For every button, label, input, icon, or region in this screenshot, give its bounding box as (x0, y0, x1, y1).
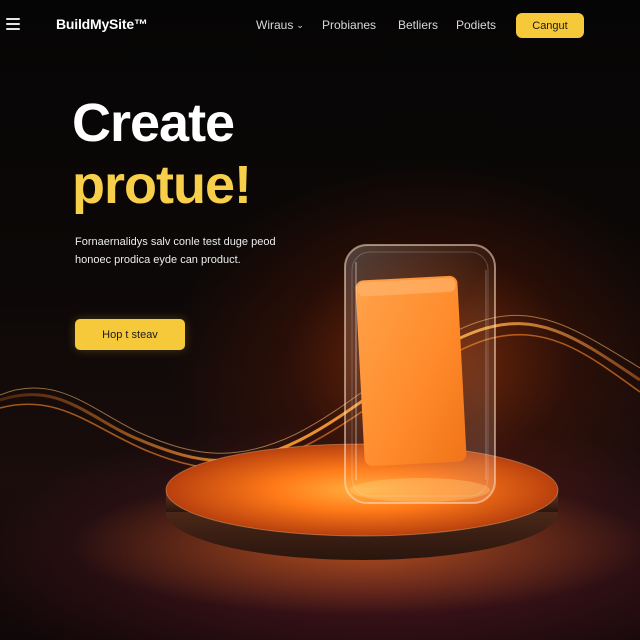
nav-item-podiets[interactable]: Podiets (456, 18, 496, 32)
top-navbar: BuildMySite™ Wiraus ⌄ Probianes Betliers … (0, 0, 640, 50)
hero-title-line2: protue! (72, 155, 252, 215)
hamburger-icon[interactable] (6, 18, 20, 30)
nav-item-wiraus[interactable]: Wiraus ⌄ (256, 18, 304, 32)
hero-subtitle-line1: Fornaernalidys salv conle test duge peod (75, 236, 276, 248)
hero-cta-button[interactable]: Hop t steav (75, 319, 185, 350)
nav-item-betliers[interactable]: Betliers (398, 18, 438, 32)
hero-title-line1: Create (72, 93, 235, 153)
landing-page: BuildMySite™ Wiraus ⌄ Probianes Betliers … (0, 0, 640, 640)
hero-subtitle: Fornaernalidys salv conle test duge peod… (75, 233, 325, 269)
chevron-down-icon: ⌄ (296, 20, 304, 30)
hero-subtitle-line2: honoec prodica eyde can product. (75, 254, 241, 266)
site-logo[interactable]: BuildMySite™ (56, 16, 148, 32)
nav-item-label: Wiraus (256, 18, 294, 32)
nav-item-probianes[interactable]: Probianes (322, 18, 376, 32)
header-cta-button[interactable]: Cangut (516, 13, 584, 38)
hero-title: Create protue! (72, 92, 252, 216)
